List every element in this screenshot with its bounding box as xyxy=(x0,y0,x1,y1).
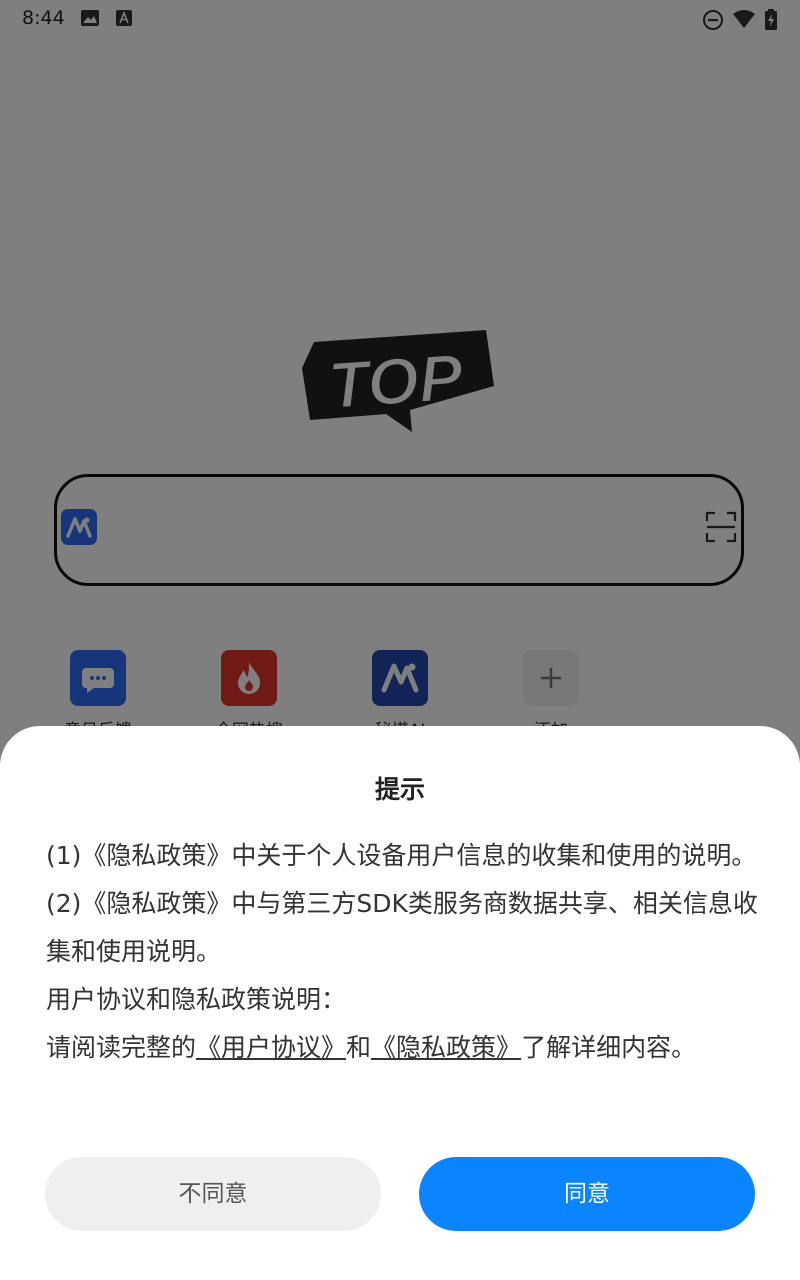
privacy-item-2: (2)《隐私政策》中与第三方SDK类服务商数据共享、相关信息收集和使用说明。 xyxy=(46,889,758,966)
privacy-policy-link[interactable]: 《隐私政策》 xyxy=(371,1033,521,1062)
read-prefix: 请阅读完整的 xyxy=(46,1033,197,1062)
privacy-item-1: (1)《隐私政策》中关于个人设备用户信息的收集和使用的说明。 xyxy=(46,841,757,870)
read-suffix: 了解详细内容。 xyxy=(521,1033,697,1062)
privacy-item-4: 请阅读完整的《用户协议》和《隐私政策》了解详细内容。 xyxy=(46,1024,758,1072)
read-middle: 和 xyxy=(346,1033,372,1062)
agree-button[interactable]: 同意 xyxy=(419,1157,755,1231)
privacy-dialog: 提示 (1)《隐私政策》中关于个人设备用户信息的收集和使用的说明。 (2)《隐私… xyxy=(0,726,800,1280)
dialog-body: (1)《隐私政策》中关于个人设备用户信息的收集和使用的说明。 (2)《隐私政策》… xyxy=(46,832,758,1072)
user-agreement-link[interactable]: 《用户协议》 xyxy=(196,1033,346,1062)
privacy-item-3: 用户协议和隐私政策说明： xyxy=(46,985,347,1014)
home-screen: 8:44 TOP xyxy=(0,0,800,1280)
dialog-title: 提示 xyxy=(374,775,425,804)
disagree-button[interactable]: 不同意 xyxy=(45,1157,381,1231)
